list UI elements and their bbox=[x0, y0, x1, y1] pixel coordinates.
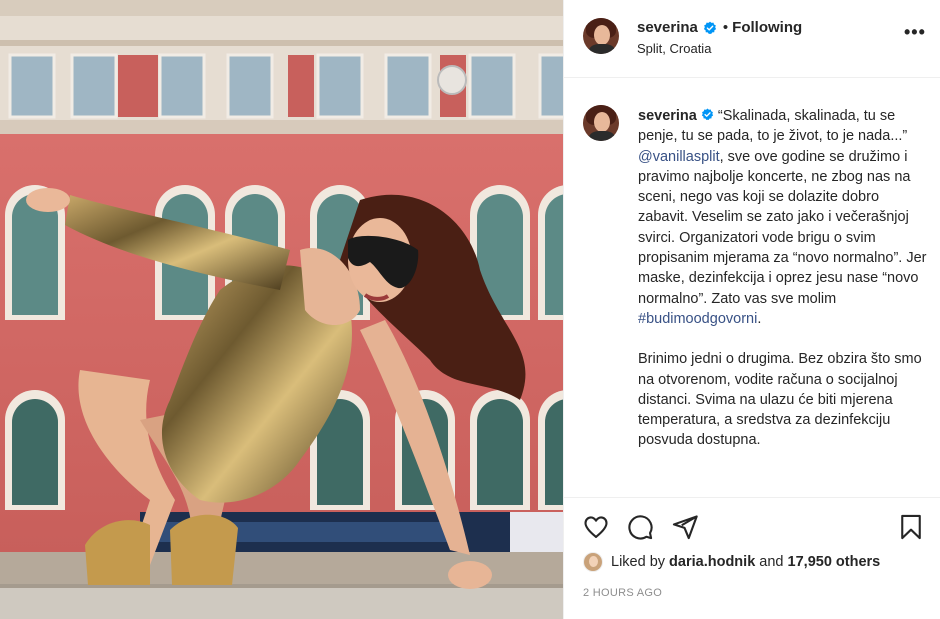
caption-username[interactable]: severina bbox=[638, 108, 697, 124]
following-button[interactable]: Following bbox=[732, 19, 802, 36]
author-username[interactable]: severina bbox=[637, 19, 698, 36]
post-timestamp[interactable]: 2 HOURS AGO bbox=[583, 587, 662, 599]
author-row: severina • Following bbox=[637, 19, 802, 36]
author-avatar[interactable] bbox=[583, 18, 619, 54]
post-caption: severina “Skalinada, skalinada, tu se pen… bbox=[638, 106, 928, 451]
more-options-icon[interactable]: ••• bbox=[904, 23, 928, 47]
post-header: severina • Following Split, Croatia ••• bbox=[564, 0, 940, 78]
bookmark-icon[interactable] bbox=[897, 513, 925, 541]
verified-badge-icon bbox=[703, 21, 716, 34]
likes-prefix: Liked by bbox=[611, 554, 666, 570]
caption-author-avatar[interactable] bbox=[583, 105, 619, 141]
caption-paragraph-1: severina “Skalinada, skalinada, tu se pen… bbox=[638, 106, 928, 329]
header-separator: • bbox=[722, 19, 729, 36]
likes-summary: Liked by daria.hodnik and 17,950 others bbox=[583, 552, 880, 572]
caption-paragraph-2: Brinimo jedni o drugima. Bez obzira što … bbox=[638, 351, 922, 449]
photo-illustration bbox=[0, 0, 563, 619]
liker-username[interactable]: daria.hodnik bbox=[669, 554, 755, 570]
hashtag-link[interactable]: #budimoodgovorni bbox=[638, 311, 757, 327]
post-side-panel: severina • Following Split, Croatia ••• … bbox=[563, 0, 940, 619]
heart-icon[interactable] bbox=[582, 513, 610, 541]
verified-badge-icon bbox=[701, 108, 713, 121]
post-actions: Liked by daria.hodnik and 17,950 others … bbox=[564, 497, 940, 619]
likes-middle: and bbox=[759, 554, 784, 570]
post-photo[interactable] bbox=[0, 0, 563, 619]
mention-link[interactable]: @vanillasplit bbox=[638, 149, 720, 165]
liker-avatar[interactable] bbox=[583, 552, 603, 572]
caption-area: severina “Skalinada, skalinada, tu se pen… bbox=[564, 79, 940, 497]
caption-text-2: , sve ove godine se družimo i pravimo na… bbox=[638, 148, 927, 307]
post-location[interactable]: Split, Croatia bbox=[637, 41, 711, 56]
comment-icon[interactable] bbox=[626, 513, 654, 541]
paper-plane-icon[interactable] bbox=[671, 513, 699, 541]
caption-text-3: . bbox=[757, 310, 762, 327]
likes-count[interactable]: 17,950 others bbox=[788, 554, 881, 570]
